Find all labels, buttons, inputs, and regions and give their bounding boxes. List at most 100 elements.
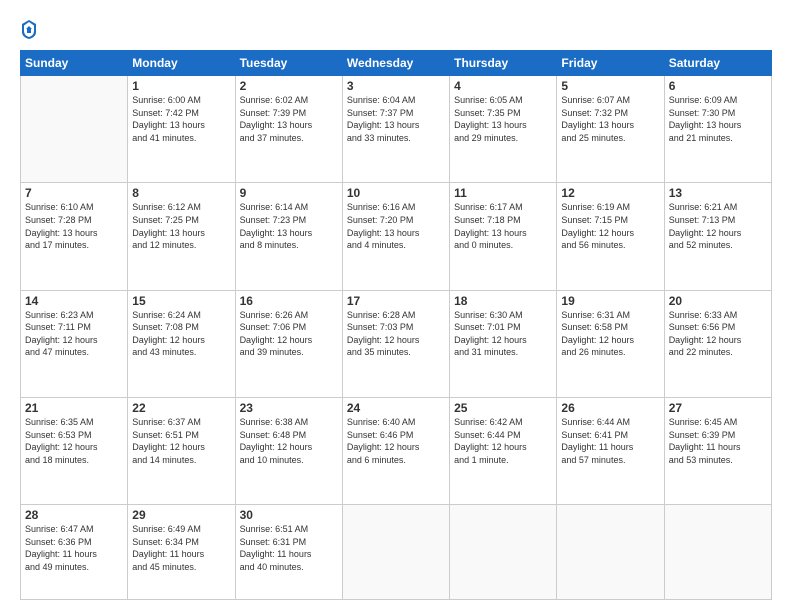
day-number: 4 xyxy=(454,79,552,93)
day-info: Sunrise: 6:35 AMSunset: 6:53 PMDaylight:… xyxy=(25,416,123,466)
calendar-cell: 12Sunrise: 6:19 AMSunset: 7:15 PMDayligh… xyxy=(557,183,664,290)
day-info: Sunrise: 6:00 AMSunset: 7:42 PMDaylight:… xyxy=(132,94,230,144)
day-number: 15 xyxy=(132,294,230,308)
calendar-cell xyxy=(450,505,557,600)
logo-icon xyxy=(20,18,38,40)
day-number: 13 xyxy=(669,186,767,200)
day-number: 25 xyxy=(454,401,552,415)
day-info: Sunrise: 6:02 AMSunset: 7:39 PMDaylight:… xyxy=(240,94,338,144)
day-number: 9 xyxy=(240,186,338,200)
weekday-header-friday: Friday xyxy=(557,51,664,76)
day-info: Sunrise: 6:12 AMSunset: 7:25 PMDaylight:… xyxy=(132,201,230,251)
day-number: 23 xyxy=(240,401,338,415)
calendar-header-row: SundayMondayTuesdayWednesdayThursdayFrid… xyxy=(21,51,772,76)
calendar-cell: 3Sunrise: 6:04 AMSunset: 7:37 PMDaylight… xyxy=(342,76,449,183)
day-info: Sunrise: 6:26 AMSunset: 7:06 PMDaylight:… xyxy=(240,309,338,359)
day-number: 28 xyxy=(25,508,123,522)
day-info: Sunrise: 6:14 AMSunset: 7:23 PMDaylight:… xyxy=(240,201,338,251)
calendar-cell: 1Sunrise: 6:00 AMSunset: 7:42 PMDaylight… xyxy=(128,76,235,183)
calendar-cell: 5Sunrise: 6:07 AMSunset: 7:32 PMDaylight… xyxy=(557,76,664,183)
day-info: Sunrise: 6:05 AMSunset: 7:35 PMDaylight:… xyxy=(454,94,552,144)
weekday-header-monday: Monday xyxy=(128,51,235,76)
day-info: Sunrise: 6:07 AMSunset: 7:32 PMDaylight:… xyxy=(561,94,659,144)
day-info: Sunrise: 6:24 AMSunset: 7:08 PMDaylight:… xyxy=(132,309,230,359)
day-number: 19 xyxy=(561,294,659,308)
day-number: 30 xyxy=(240,508,338,522)
day-number: 27 xyxy=(669,401,767,415)
calendar-cell xyxy=(21,76,128,183)
calendar-week-row: 7Sunrise: 6:10 AMSunset: 7:28 PMDaylight… xyxy=(21,183,772,290)
calendar-cell: 25Sunrise: 6:42 AMSunset: 6:44 PMDayligh… xyxy=(450,397,557,504)
day-info: Sunrise: 6:47 AMSunset: 6:36 PMDaylight:… xyxy=(25,523,123,573)
day-info: Sunrise: 6:04 AMSunset: 7:37 PMDaylight:… xyxy=(347,94,445,144)
calendar-cell: 17Sunrise: 6:28 AMSunset: 7:03 PMDayligh… xyxy=(342,290,449,397)
day-number: 12 xyxy=(561,186,659,200)
calendar-cell: 11Sunrise: 6:17 AMSunset: 7:18 PMDayligh… xyxy=(450,183,557,290)
calendar-cell: 29Sunrise: 6:49 AMSunset: 6:34 PMDayligh… xyxy=(128,505,235,600)
calendar-cell: 8Sunrise: 6:12 AMSunset: 7:25 PMDaylight… xyxy=(128,183,235,290)
day-number: 8 xyxy=(132,186,230,200)
weekday-header-sunday: Sunday xyxy=(21,51,128,76)
calendar-cell: 7Sunrise: 6:10 AMSunset: 7:28 PMDaylight… xyxy=(21,183,128,290)
calendar-cell: 30Sunrise: 6:51 AMSunset: 6:31 PMDayligh… xyxy=(235,505,342,600)
day-info: Sunrise: 6:37 AMSunset: 6:51 PMDaylight:… xyxy=(132,416,230,466)
day-info: Sunrise: 6:17 AMSunset: 7:18 PMDaylight:… xyxy=(454,201,552,251)
calendar-cell xyxy=(557,505,664,600)
calendar-table: SundayMondayTuesdayWednesdayThursdayFrid… xyxy=(20,50,772,600)
day-number: 2 xyxy=(240,79,338,93)
calendar-cell: 19Sunrise: 6:31 AMSunset: 6:58 PMDayligh… xyxy=(557,290,664,397)
day-info: Sunrise: 6:49 AMSunset: 6:34 PMDaylight:… xyxy=(132,523,230,573)
day-info: Sunrise: 6:51 AMSunset: 6:31 PMDaylight:… xyxy=(240,523,338,573)
day-number: 26 xyxy=(561,401,659,415)
day-info: Sunrise: 6:09 AMSunset: 7:30 PMDaylight:… xyxy=(669,94,767,144)
day-info: Sunrise: 6:19 AMSunset: 7:15 PMDaylight:… xyxy=(561,201,659,251)
calendar-cell: 6Sunrise: 6:09 AMSunset: 7:30 PMDaylight… xyxy=(664,76,771,183)
calendar-cell: 2Sunrise: 6:02 AMSunset: 7:39 PMDaylight… xyxy=(235,76,342,183)
page: SundayMondayTuesdayWednesdayThursdayFrid… xyxy=(0,0,792,612)
day-number: 11 xyxy=(454,186,552,200)
day-number: 24 xyxy=(347,401,445,415)
day-info: Sunrise: 6:21 AMSunset: 7:13 PMDaylight:… xyxy=(669,201,767,251)
day-info: Sunrise: 6:42 AMSunset: 6:44 PMDaylight:… xyxy=(454,416,552,466)
calendar-cell: 27Sunrise: 6:45 AMSunset: 6:39 PMDayligh… xyxy=(664,397,771,504)
day-number: 20 xyxy=(669,294,767,308)
day-info: Sunrise: 6:10 AMSunset: 7:28 PMDaylight:… xyxy=(25,201,123,251)
day-number: 6 xyxy=(669,79,767,93)
calendar-cell: 23Sunrise: 6:38 AMSunset: 6:48 PMDayligh… xyxy=(235,397,342,504)
calendar-cell: 26Sunrise: 6:44 AMSunset: 6:41 PMDayligh… xyxy=(557,397,664,504)
day-number: 17 xyxy=(347,294,445,308)
calendar-cell: 18Sunrise: 6:30 AMSunset: 7:01 PMDayligh… xyxy=(450,290,557,397)
day-number: 18 xyxy=(454,294,552,308)
calendar-cell: 14Sunrise: 6:23 AMSunset: 7:11 PMDayligh… xyxy=(21,290,128,397)
calendar-cell: 16Sunrise: 6:26 AMSunset: 7:06 PMDayligh… xyxy=(235,290,342,397)
calendar-cell: 13Sunrise: 6:21 AMSunset: 7:13 PMDayligh… xyxy=(664,183,771,290)
day-info: Sunrise: 6:40 AMSunset: 6:46 PMDaylight:… xyxy=(347,416,445,466)
day-number: 22 xyxy=(132,401,230,415)
day-info: Sunrise: 6:23 AMSunset: 7:11 PMDaylight:… xyxy=(25,309,123,359)
day-info: Sunrise: 6:45 AMSunset: 6:39 PMDaylight:… xyxy=(669,416,767,466)
calendar-cell: 22Sunrise: 6:37 AMSunset: 6:51 PMDayligh… xyxy=(128,397,235,504)
calendar-week-row: 1Sunrise: 6:00 AMSunset: 7:42 PMDaylight… xyxy=(21,76,772,183)
calendar-week-row: 21Sunrise: 6:35 AMSunset: 6:53 PMDayligh… xyxy=(21,397,772,504)
day-info: Sunrise: 6:44 AMSunset: 6:41 PMDaylight:… xyxy=(561,416,659,466)
header xyxy=(20,18,772,40)
day-number: 10 xyxy=(347,186,445,200)
calendar-cell xyxy=(664,505,771,600)
weekday-header-wednesday: Wednesday xyxy=(342,51,449,76)
calendar-week-row: 14Sunrise: 6:23 AMSunset: 7:11 PMDayligh… xyxy=(21,290,772,397)
day-number: 7 xyxy=(25,186,123,200)
calendar-cell: 15Sunrise: 6:24 AMSunset: 7:08 PMDayligh… xyxy=(128,290,235,397)
day-number: 1 xyxy=(132,79,230,93)
weekday-header-tuesday: Tuesday xyxy=(235,51,342,76)
weekday-header-saturday: Saturday xyxy=(664,51,771,76)
day-number: 3 xyxy=(347,79,445,93)
calendar-cell: 10Sunrise: 6:16 AMSunset: 7:20 PMDayligh… xyxy=(342,183,449,290)
calendar-cell: 24Sunrise: 6:40 AMSunset: 6:46 PMDayligh… xyxy=(342,397,449,504)
day-info: Sunrise: 6:38 AMSunset: 6:48 PMDaylight:… xyxy=(240,416,338,466)
calendar-cell: 4Sunrise: 6:05 AMSunset: 7:35 PMDaylight… xyxy=(450,76,557,183)
calendar-cell: 28Sunrise: 6:47 AMSunset: 6:36 PMDayligh… xyxy=(21,505,128,600)
day-number: 16 xyxy=(240,294,338,308)
calendar-cell: 20Sunrise: 6:33 AMSunset: 6:56 PMDayligh… xyxy=(664,290,771,397)
calendar-cell: 9Sunrise: 6:14 AMSunset: 7:23 PMDaylight… xyxy=(235,183,342,290)
day-info: Sunrise: 6:33 AMSunset: 6:56 PMDaylight:… xyxy=(669,309,767,359)
